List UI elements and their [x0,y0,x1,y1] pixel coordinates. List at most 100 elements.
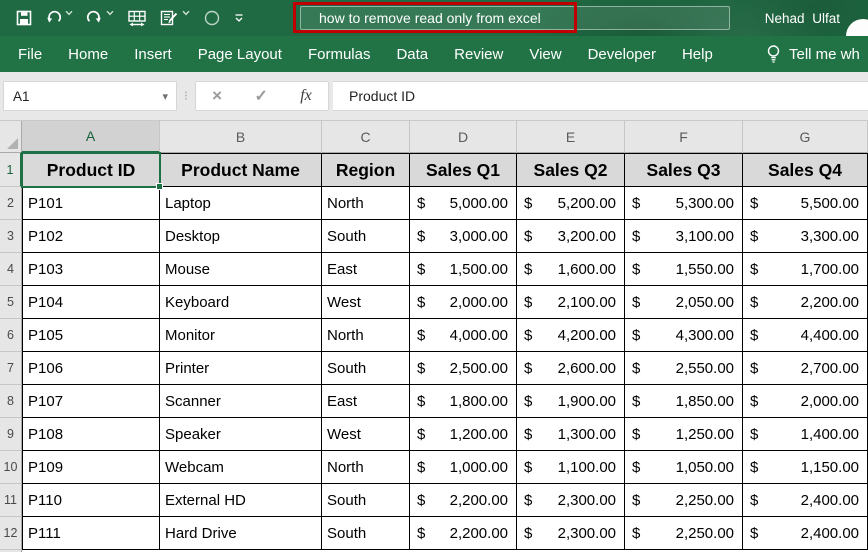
tab-formulas[interactable]: Formulas [308,46,371,63]
cell-sales-q4[interactable]: $ 5,500.00 [743,187,868,220]
cell-sales-q4[interactable]: $ 2,700.00 [743,352,868,385]
tab-review[interactable]: Review [454,46,503,63]
cell-region[interactable]: West [322,286,410,319]
cell-region[interactable]: South [322,517,410,550]
cell-sales-q2[interactable]: $ 1,900.00 [517,385,625,418]
cell-sales-q2[interactable]: $ 5,200.00 [517,187,625,220]
cell-sales-q2[interactable]: $ 1,600.00 [517,253,625,286]
cell-sales-q4[interactable]: $ 3,300.00 [743,220,868,253]
cell-sales-q1[interactable]: $ 3,000.00 [410,220,517,253]
cell-region[interactable]: East [322,385,410,418]
cell-sales-q2[interactable]: $ 2,600.00 [517,352,625,385]
cell-sales-q4[interactable]: $ 1,400.00 [743,418,868,451]
name-box-dropdown-icon[interactable]: ▾ [162,90,168,103]
cell-product-name[interactable]: Monitor [160,319,322,352]
cell-sales-q3[interactable]: $ 2,250.00 [625,484,743,517]
tab-page-layout[interactable]: Page Layout [198,46,282,63]
cell-region[interactable]: South [322,220,410,253]
table-autofit-icon[interactable] [127,10,147,27]
cell-product-name[interactable]: Scanner [160,385,322,418]
row-header[interactable]: 8 [0,385,22,418]
cell-product-id[interactable]: P107 [22,385,160,418]
cell-region[interactable]: South [322,484,410,517]
cell-sales-q4[interactable]: $ 2,000.00 [743,385,868,418]
cell-sales-q1[interactable]: $ 2,200.00 [410,517,517,550]
cell-product-id[interactable]: P101 [22,187,160,220]
cell-d1[interactable]: Sales Q1 [410,153,517,187]
row-header[interactable]: 3 [0,220,22,253]
cell-product-name[interactable]: Webcam [160,451,322,484]
formula-bar-divider[interactable]: ⁝ [177,88,195,104]
cell-a1-selected[interactable]: Product ID [22,153,160,187]
column-header-g[interactable]: G [743,121,868,153]
cell-sales-q4[interactable]: $ 1,700.00 [743,253,868,286]
cell-sales-q3[interactable]: $ 1,850.00 [625,385,743,418]
row-header[interactable]: 10 [0,451,22,484]
cell-sales-q3[interactable]: $ 2,050.00 [625,286,743,319]
row-header[interactable]: 9 [0,418,22,451]
row-header[interactable]: 11 [0,484,22,517]
cell-sales-q2[interactable]: $ 2,300.00 [517,484,625,517]
cell-sales-q1[interactable]: $ 2,200.00 [410,484,517,517]
save-icon[interactable] [16,10,32,26]
cell-product-id[interactable]: P103 [22,253,160,286]
cell-b1[interactable]: Product Name [160,153,322,187]
tab-data[interactable]: Data [396,46,428,63]
cell-sales-q4[interactable]: $ 2,400.00 [743,517,868,550]
cell-sales-q3[interactable]: $ 1,250.00 [625,418,743,451]
cell-product-name[interactable]: Desktop [160,220,322,253]
tab-insert[interactable]: Insert [134,46,172,63]
cell-region[interactable]: South [322,352,410,385]
cancel-icon[interactable]: × [212,86,222,106]
cell-sales-q2[interactable]: $ 3,200.00 [517,220,625,253]
cell-sales-q3[interactable]: $ 4,300.00 [625,319,743,352]
formula-input[interactable]: Product ID [333,81,868,111]
cell-sales-q1[interactable]: $ 1,800.00 [410,385,517,418]
cell-sales-q4[interactable]: $ 2,400.00 [743,484,868,517]
cell-product-id[interactable]: P109 [22,451,160,484]
cell-sales-q3[interactable]: $ 2,550.00 [625,352,743,385]
cell-region[interactable]: West [322,418,410,451]
cell-sales-q2[interactable]: $ 1,100.00 [517,451,625,484]
customize-qat-icon[interactable] [234,13,244,23]
search-box[interactable]: how to remove read only from excel [300,6,730,30]
cell-sales-q4[interactable]: $ 4,400.00 [743,319,868,352]
column-header-b[interactable]: B [160,121,322,153]
column-header-c[interactable]: C [322,121,410,153]
cell-f1[interactable]: Sales Q3 [625,153,743,187]
tab-view[interactable]: View [529,46,561,63]
row-header-1[interactable]: 1 [0,153,22,187]
cell-region[interactable]: North [322,451,410,484]
insert-function-icon[interactable]: fx [300,87,312,105]
cell-sales-q2[interactable]: $ 4,200.00 [517,319,625,352]
cell-product-id[interactable]: P105 [22,319,160,352]
tab-developer[interactable]: Developer [588,46,656,63]
tab-home[interactable]: Home [68,46,108,63]
oval-shape-icon[interactable] [203,9,221,27]
row-header[interactable]: 12 [0,517,22,550]
cell-sales-q2[interactable]: $ 2,100.00 [517,286,625,319]
redo-button[interactable] [86,10,114,26]
cell-sales-q1[interactable]: $ 5,000.00 [410,187,517,220]
cell-sales-q3[interactable]: $ 3,100.00 [625,220,743,253]
form-edit-button[interactable] [160,10,190,27]
cell-sales-q1[interactable]: $ 1,500.00 [410,253,517,286]
row-header[interactable]: 4 [0,253,22,286]
cell-sales-q1[interactable]: $ 1,000.00 [410,451,517,484]
cell-sales-q3[interactable]: $ 1,550.00 [625,253,743,286]
cell-sales-q4[interactable]: $ 2,200.00 [743,286,868,319]
cell-product-id[interactable]: P104 [22,286,160,319]
cell-product-name[interactable]: Speaker [160,418,322,451]
cell-e1[interactable]: Sales Q2 [517,153,625,187]
select-all-button[interactable] [0,121,22,153]
cell-product-name[interactable]: External HD [160,484,322,517]
row-header[interactable]: 5 [0,286,22,319]
column-header-a[interactable]: A [22,121,160,153]
tell-me-box[interactable]: Tell me wh [766,36,860,72]
cell-sales-q1[interactable]: $ 4,000.00 [410,319,517,352]
cell-sales-q2[interactable]: $ 2,300.00 [517,517,625,550]
cell-region[interactable]: North [322,187,410,220]
undo-button[interactable] [45,10,73,26]
cell-product-name[interactable]: Laptop [160,187,322,220]
cell-product-id[interactable]: P111 [22,517,160,550]
